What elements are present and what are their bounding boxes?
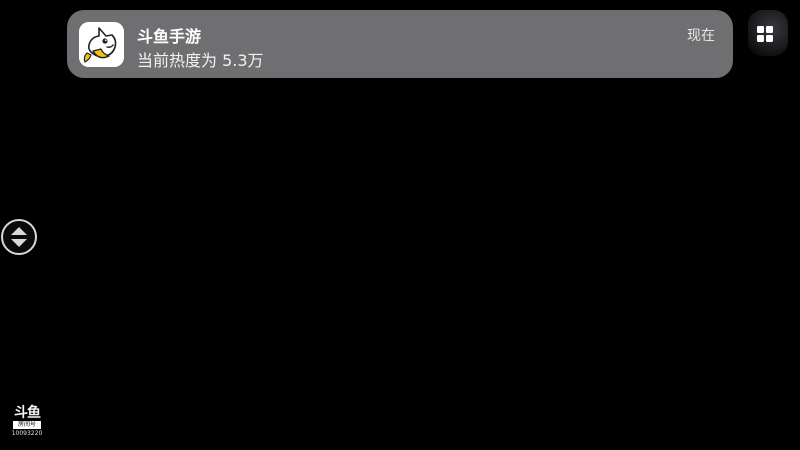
- notification-message: 当前热度为 5.3万: [137, 51, 264, 70]
- scroll-toggle-button[interactable]: [1, 219, 37, 255]
- watermark-logo: 斗鱼: [14, 405, 41, 421]
- watermark-room-id: 10093220: [11, 430, 43, 437]
- shark-logo-icon: [79, 22, 124, 67]
- grid-button[interactable]: [748, 10, 788, 56]
- grid-icon: [757, 26, 773, 42]
- up-down-arrows-icon: [11, 227, 27, 247]
- watermark-tag: 房间号: [13, 421, 41, 429]
- screen: 斗鱼手游 当前热度为 5.3万 现在 斗鱼 房间号 10093220: [0, 0, 800, 450]
- notification-time: 现在: [687, 28, 715, 44]
- notification-app-name: 斗鱼手游: [137, 27, 202, 46]
- douyu-app-icon: [79, 22, 124, 67]
- notification-banner[interactable]: 斗鱼手游 当前热度为 5.3万 现在: [67, 10, 733, 78]
- douyu-watermark: 斗鱼 房间号 10093220: [9, 406, 45, 440]
